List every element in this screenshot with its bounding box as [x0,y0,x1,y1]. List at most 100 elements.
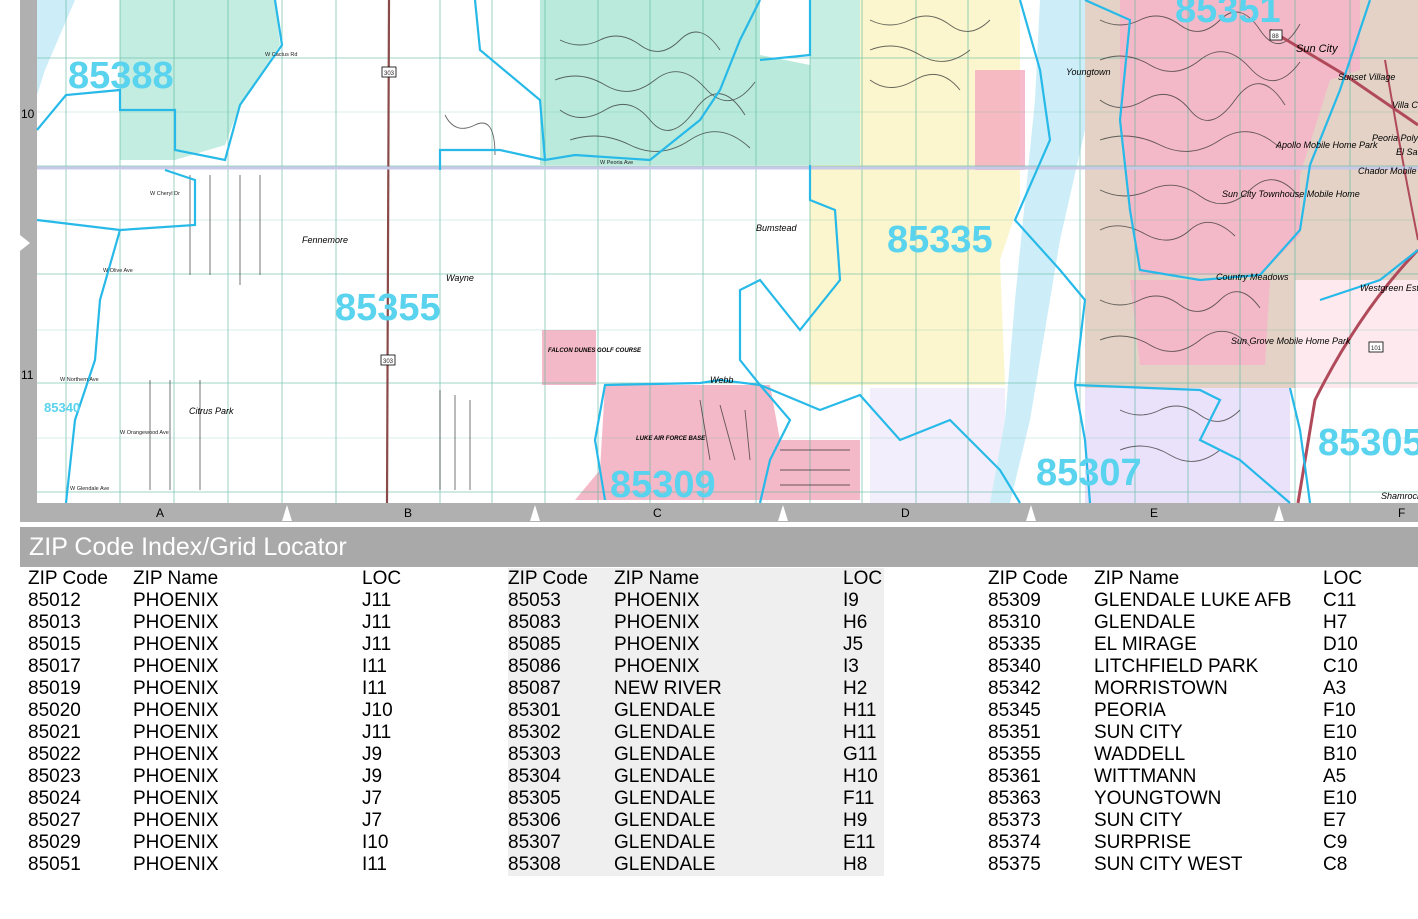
zip-name-cell: PHOENIX [133,722,219,743]
loc-cell: H11 [843,722,877,743]
zip-name-cell: PHOENIX [133,766,219,787]
table-row: 85024 PHOENIX J7 [28,788,422,810]
loc-cell: A5 [1323,766,1347,787]
place-chador-mobile: Chador Mobile [1358,166,1417,176]
zip-code-cell: 85083 [508,612,561,633]
zip-name-cell: PHOENIX [133,678,219,699]
zip-name-cell: SUN CITY [1094,722,1183,743]
area-green-strip [810,0,860,165]
zip-code-cell: 85019 [28,678,81,699]
col-label-e: E [1150,506,1158,520]
loc-cell: H7 [1323,612,1348,633]
zip-name-cell: GLENDALE [614,766,716,787]
loc-cell: I11 [362,854,388,875]
loc-cell: G11 [843,744,878,765]
zip-code-cell: 85085 [508,634,561,655]
zip-name-cell: YOUNGTOWN [1094,788,1222,809]
index-column-2: ZIP Code ZIP Name LOC 85053 PHOENIX I9 8508… [508,568,884,876]
svg-text:303: 303 [383,359,394,365]
col-label-b: B [404,506,412,520]
table-row: 85305 GLENDALE F11 [508,788,884,810]
place-sunset-village: Sunset Village [1338,72,1395,82]
loc-cell: J11 [362,722,392,743]
table-row: 85306 GLENDALE H9 [508,810,884,832]
header-loc: LOC [843,568,883,589]
zip-code-cell: 85342 [988,678,1041,699]
zip-code-cell: 85022 [28,744,81,765]
header-zip-code: ZIP Code [28,568,108,589]
road-orangewood: W Orangewood Ave [120,430,169,436]
loc-cell: I11 [362,656,388,677]
zip-code-cell: 85304 [508,766,561,787]
zip-name-cell: MORRISTOWN [1094,678,1228,699]
place-villa-casa: Villa Casa [1392,100,1418,110]
loc-cell: H2 [843,678,868,699]
place-sun-city-townhouse: Sun City Townhouse Mobile Home [1222,189,1360,199]
zip-code-cell: 85361 [988,766,1041,787]
place-sun-city: Sun City [1296,43,1339,55]
table-row: 85307 GLENDALE E11 [508,832,884,854]
row-label-11: 11 [21,368,34,382]
feature-falcon-dunes: FALCON DUNES GOLF COURSE [548,348,642,354]
zip-name-cell: NEW RIVER [614,678,722,699]
zip-name-cell: SUN CITY [1094,810,1183,831]
place-sun-grove: Sun Grove Mobile Home Park [1231,336,1351,346]
zip-code-map[interactable]: 85388 85355 85335 85309 85307 85340 8535… [0,0,1418,525]
zip-code-cell: 85374 [988,832,1041,853]
zip-name-cell: PHOENIX [614,612,700,633]
index-title: ZIP Code Index/Grid Locator [20,527,1418,567]
loc-cell: C11 [1323,590,1357,611]
area-light-pink-right [1295,280,1418,388]
index-header-row: ZIP Code ZIP Name LOC [508,568,884,590]
zip-code-cell: 85345 [988,700,1041,721]
zip-name-cell: GLENDALE [614,832,716,853]
zip-name-cell: WITTMANN [1094,766,1197,787]
zip-code-cell: 85053 [508,590,561,611]
zip-code-cell: 85307 [508,832,561,853]
zip-code-cell: 85375 [988,854,1041,875]
zip-code-cell: 85021 [28,722,81,743]
place-apollo-mobile: Apollo Mobile Home Park [1275,140,1378,150]
road-cheryl: W Cheryl Dr [150,191,180,197]
row-label-10: 10 [21,107,35,121]
table-row: 85301 GLENDALE H11 [508,700,884,722]
loc-cell: D10 [1323,634,1358,655]
road-peoria: W Peoria Ave [600,160,633,166]
index-header-row: ZIP Code ZIP Name LOC [988,568,1383,590]
zip-name-cell: PHOENIX [614,590,700,611]
zip-name-cell: LITCHFIELD PARK [1094,656,1259,677]
svg-text:88: 88 [1272,34,1279,40]
table-row: 85021 PHOENIX J11 [28,722,422,744]
table-row: 85087 NEW RIVER H2 [508,678,884,700]
loc-cell: J7 [362,810,383,831]
place-webb: Webb [710,375,733,385]
zip-name-cell: GLENDALE [614,722,716,743]
loc-cell: E11 [843,832,876,853]
header-zip-name: ZIP Name [133,568,219,589]
header-zip-name: ZIP Name [1094,568,1180,589]
zip-name-cell: GLENDALE [614,854,716,875]
place-westgreen: Westgreen Est [1360,283,1418,293]
zip-code-cell: 85051 [28,854,81,875]
area-golf-pink [542,330,596,385]
loc-cell: H8 [843,854,868,875]
zip-label-85351: 85351 [1175,0,1281,31]
zip-label-85388: 85388 [68,55,174,97]
zip-code-cell: 85023 [28,766,81,787]
zip-label-85335: 85335 [887,219,993,261]
zip-label-85355: 85355 [335,287,441,329]
zip-label-85305: 85305 [1318,422,1418,464]
road-northern: W Northern Ave [60,377,99,383]
zip-code-cell: 85015 [28,634,81,655]
table-row: 85029 PHOENIX I10 [28,832,422,854]
loc-cell: A3 [1323,678,1347,699]
loc-cell: E10 [1323,788,1357,809]
zip-label-85340: 85340 [44,400,80,415]
loc-cell: J5 [843,634,864,655]
map-bottom-border [20,503,1418,522]
zip-code-cell: 85335 [988,634,1041,655]
road-olive: W Olive Ave [103,268,133,274]
zip-name-cell: PHOENIX [133,634,219,655]
index-column-1: ZIP Code ZIP Name LOC 85012 PHOENIX J11 850… [28,568,422,876]
zip-name-cell: EL MIRAGE [1094,634,1197,655]
